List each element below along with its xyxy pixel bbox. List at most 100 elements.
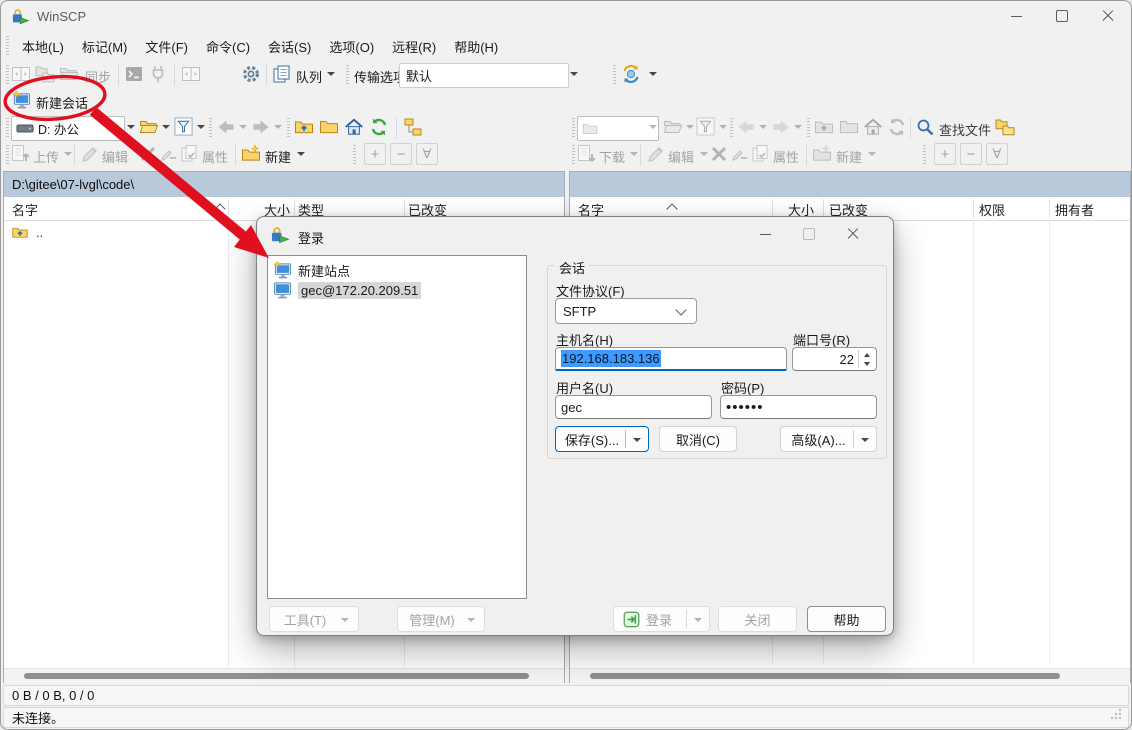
left-new-caret[interactable] [297,152,305,156]
queue-dropdown-caret[interactable] [327,72,335,76]
tools-dropdown-caret[interactable] [341,618,349,622]
right-forward-icon[interactable] [771,117,791,137]
open-folder-icon[interactable] [59,64,79,84]
console-icon[interactable] [124,64,144,84]
close-button[interactable] [1085,1,1131,31]
right-path-bar[interactable] [570,172,1130,197]
pass-input[interactable]: •••••• [720,395,877,419]
right-back-caret[interactable] [759,125,767,129]
minimize-button[interactable] [993,1,1039,31]
right-root-directory-icon[interactable] [839,117,859,137]
left-root-directory-icon[interactable] [319,117,339,137]
right-scrollbar-thumb[interactable] [590,673,1060,679]
split-panels-icon[interactable] [11,64,31,84]
left-back-caret[interactable] [239,125,247,129]
right-col-sep[interactable] [973,199,974,218]
left-parent-directory-icon[interactable] [294,117,314,137]
right-select-minus-button[interactable]: − [960,143,982,165]
queue-button[interactable]: 队列 [296,67,322,86]
plug-icon[interactable] [148,64,168,84]
left-open-directory-icon[interactable] [139,117,159,137]
left-select-minus-button[interactable]: − [390,143,412,165]
left-drive-caret[interactable] [127,125,135,129]
user-input[interactable]: gec [555,395,712,419]
left-forward-caret[interactable] [274,125,282,129]
left-refresh-icon[interactable] [369,117,389,137]
maximize-button[interactable] [1039,1,1085,31]
menu-command[interactable]: 命令(C) [197,37,259,56]
spin-up-icon[interactable] [864,353,870,357]
login-dropdown-caret[interactable] [694,618,702,622]
download-icon[interactable] [576,144,596,164]
right-parent-directory-icon[interactable] [814,117,834,137]
left-path-bar[interactable]: D:\gitee\07-lvgl\code\ [4,172,564,197]
site-item-new[interactable]: 新建站点 [268,260,526,280]
host-input[interactable]: 192.168.183.136 [555,347,787,371]
left-select-plus-button[interactable]: + [364,143,386,165]
right-drive-caret[interactable] [649,125,657,129]
transfer-panels-icon[interactable] [181,64,201,84]
left-new-button[interactable]: 新建 [265,147,291,166]
advanced-button[interactable]: 高级(A)... [780,426,877,452]
transfer-preset-combobox[interactable]: 默认 [399,63,569,88]
right-new-button[interactable]: 新建 [836,147,862,166]
upload-caret[interactable] [64,152,72,156]
tools-button[interactable]: 工具(T) [269,606,359,632]
left-rename-icon[interactable] [160,144,178,162]
help-button[interactable]: 帮助 [807,606,886,632]
left-home-directory-icon[interactable] [344,117,364,137]
left-scrollbar-thumb[interactable] [24,673,529,679]
port-spinner[interactable] [858,350,874,368]
right-open-directory-caret[interactable] [686,125,694,129]
menu-remote[interactable]: 远程(R) [383,37,445,56]
menu-session[interactable]: 会话(S) [259,37,320,56]
right-edit-button[interactable]: 编辑 [668,147,694,166]
left-edit-button[interactable]: 编辑 [102,147,128,166]
left-tree-icon[interactable] [403,117,423,137]
right-forward-caret[interactable] [794,125,802,129]
upload-button[interactable]: 上传 [33,147,59,166]
site-list[interactable]: 新建站点 gec@172.20.209.51 [267,255,527,599]
transfer-preset-caret[interactable] [570,72,578,76]
login-button[interactable]: 登录 [613,606,710,632]
right-col-perms[interactable]: 权限 [979,200,1005,219]
dialog-close-button[interactable] [831,219,875,249]
right-filter-icon[interactable] [696,117,715,136]
right-back-icon[interactable] [736,117,756,137]
left-col-name[interactable]: 名字 [12,200,38,219]
left-col-sep[interactable] [228,199,229,218]
left-filter-caret[interactable] [197,125,205,129]
left-drive-combobox[interactable]: D: 办公 [11,116,125,141]
right-select-plus-button[interactable]: + [934,143,956,165]
advanced-dropdown-caret[interactable] [861,438,869,442]
right-refresh-icon[interactable] [887,117,907,137]
right-col-sep[interactable] [1049,199,1050,218]
right-delete-icon[interactable] [709,144,729,164]
port-input[interactable]: 22 [792,347,877,371]
transfer-settings-globe-icon[interactable] [621,64,641,84]
right-properties-icon[interactable] [751,144,771,164]
right-properties-button[interactable]: 属性 [773,147,799,166]
save-dropdown-caret[interactable] [633,438,641,442]
find-files-button[interactable]: 查找文件 [939,120,991,139]
save-button[interactable]: 保存(S)... [555,426,649,452]
new-session-tab[interactable]: 新建会话 [36,93,88,112]
menu-help[interactable]: 帮助(H) [445,37,507,56]
left-horizontal-scrollbar[interactable] [4,668,564,683]
synchronize-button[interactable]: 同步 [85,67,111,86]
left-forward-icon[interactable] [251,117,271,137]
folder-pair-icon[interactable] [35,64,55,84]
sync-browsing-icon[interactable] [995,117,1015,137]
dialog-maximize-button[interactable] [787,219,831,249]
right-open-directory-icon[interactable] [663,117,683,137]
menu-options[interactable]: 选项(O) [320,37,383,56]
manage-button[interactable]: 管理(M) [397,606,485,632]
upload-icon[interactable] [10,144,30,164]
right-invert-selection-button[interactable]: ∀ [986,143,1008,165]
right-drive-combobox[interactable] [577,116,659,141]
left-properties-button[interactable]: 属性 [202,147,228,166]
preferences-gear-icon[interactable] [241,64,261,84]
cancel-button[interactable]: 取消(C) [659,426,737,452]
right-edit-caret[interactable] [700,152,708,156]
right-edit-icon[interactable] [646,144,666,164]
